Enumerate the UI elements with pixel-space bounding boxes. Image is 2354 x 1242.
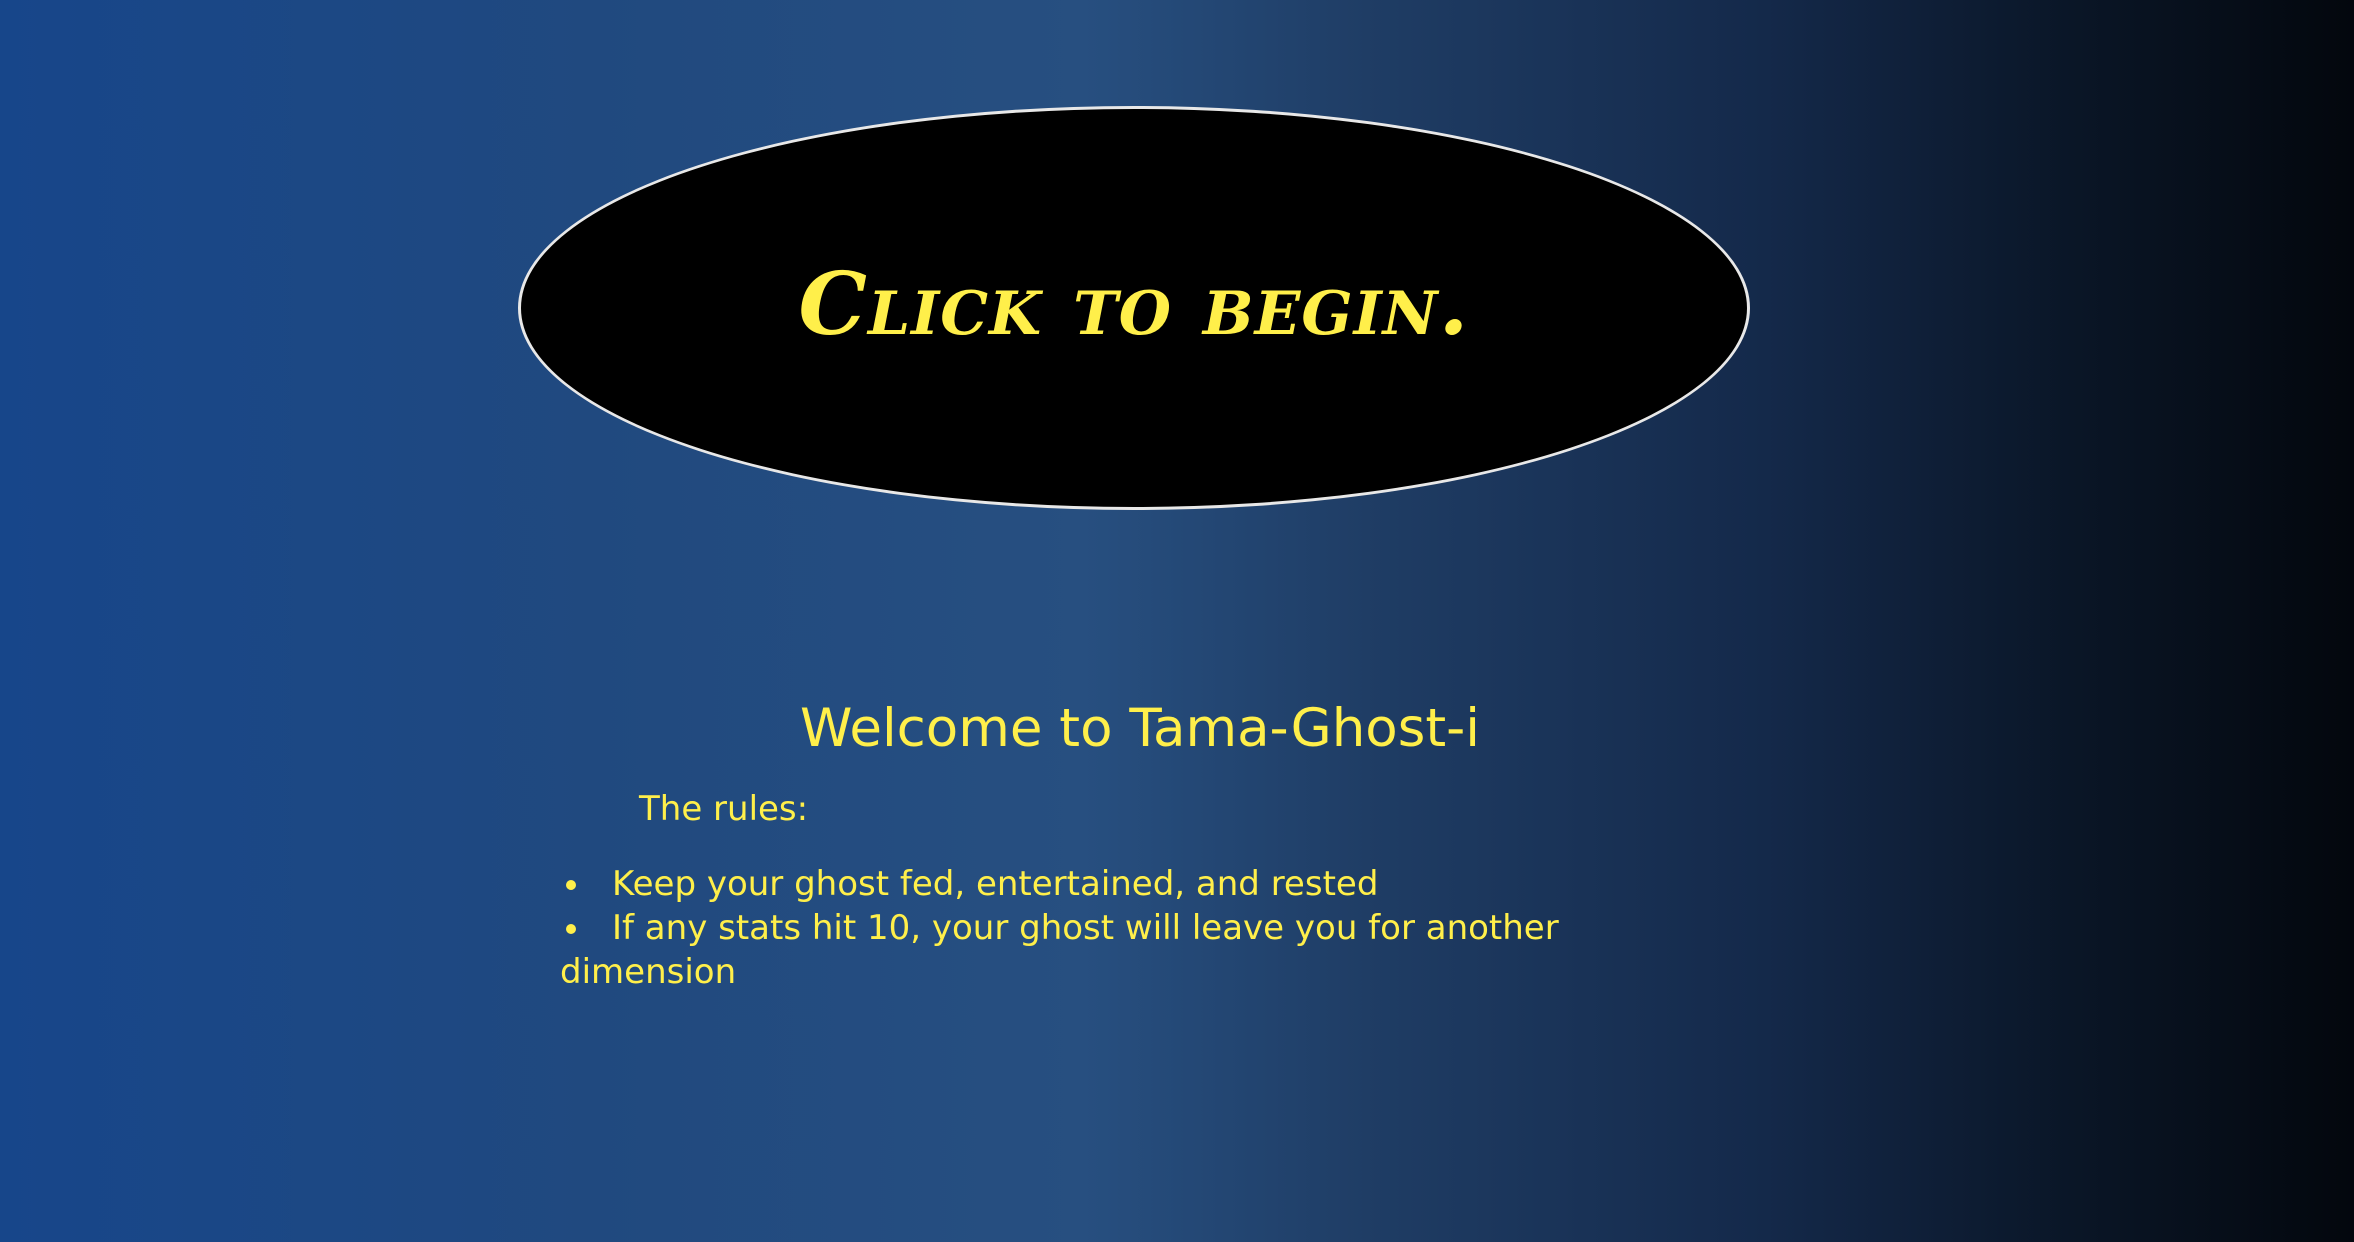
start-game-button[interactable]: Click to begin. — [518, 106, 1750, 510]
welcome-section: Welcome to Tama-Ghost-i The rules: Keep … — [560, 690, 1710, 994]
bullet-icon — [566, 924, 576, 934]
rule-text: Keep your ghost fed, entertained, and re… — [612, 864, 1379, 904]
welcome-title: Welcome to Tama-Ghost-i — [800, 698, 1480, 759]
rules-label: The rules: — [639, 789, 809, 829]
rule-item: Keep your ghost fed, entertained, and re… — [560, 862, 1640, 906]
rules-list: Keep your ghost fed, entertained, and re… — [560, 862, 1640, 994]
rule-item: If any stats hit 10, your ghost will lea… — [560, 906, 1640, 994]
rule-text: If any stats hit 10, your ghost will lea… — [560, 908, 1559, 992]
bullet-icon — [566, 880, 576, 890]
start-game-label: Click to begin. — [798, 253, 1470, 355]
